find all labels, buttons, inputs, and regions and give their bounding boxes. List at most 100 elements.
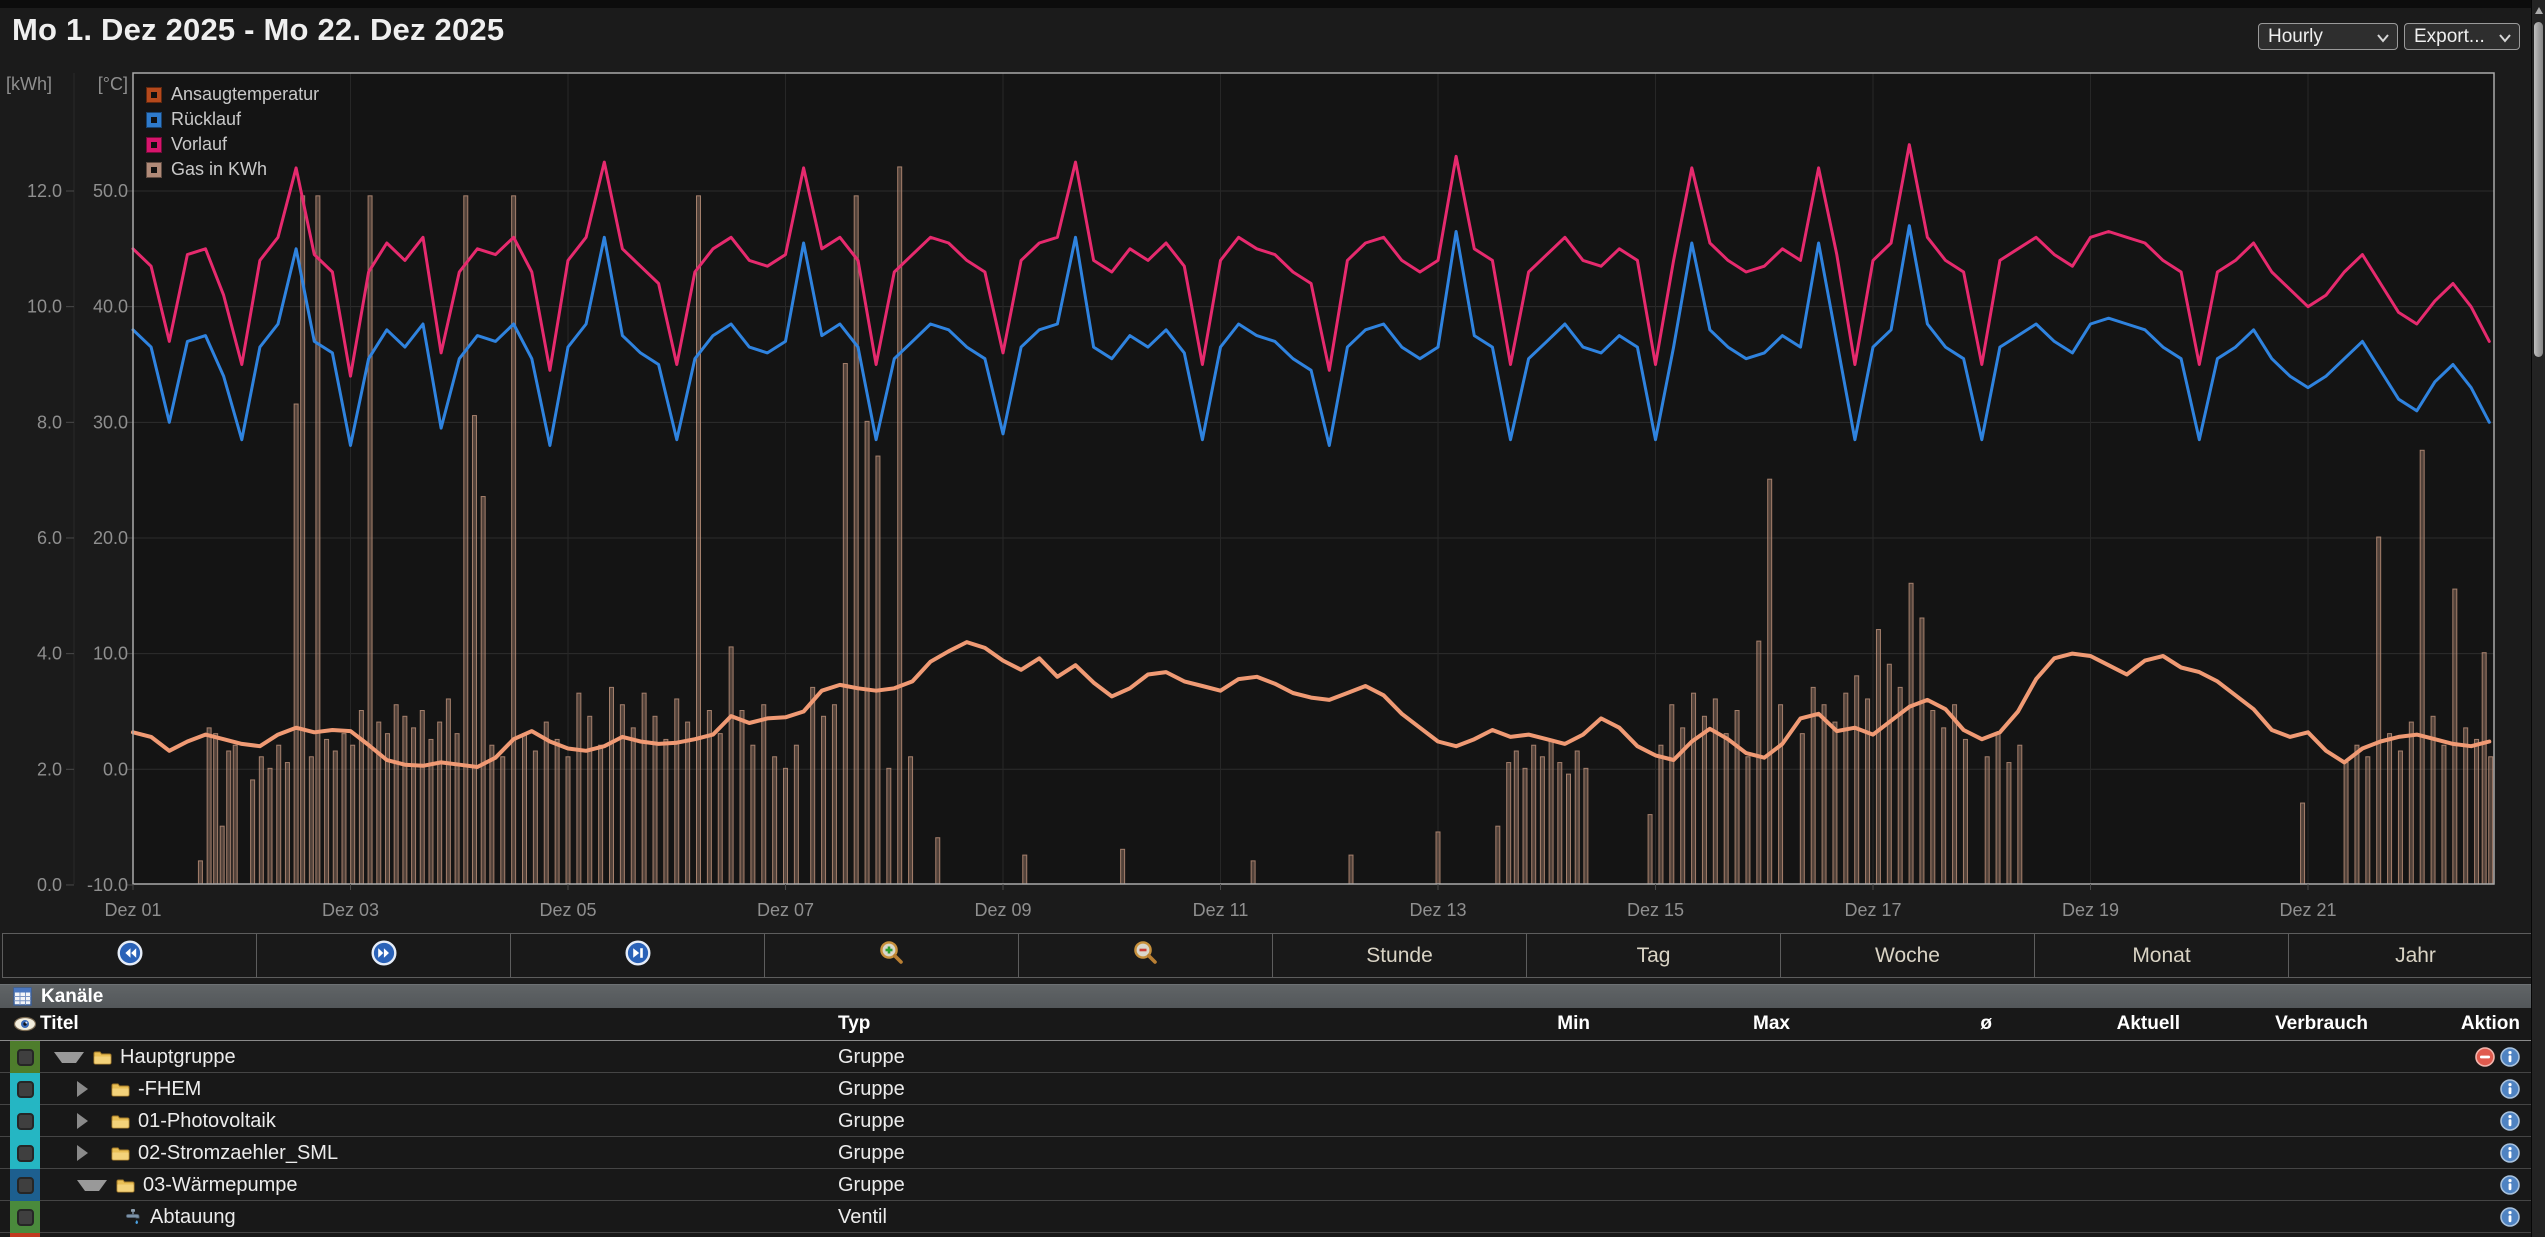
- channel-color-swatch: [10, 1169, 40, 1201]
- eye-icon: [13, 1016, 37, 1032]
- legend-label: Rücklauf: [171, 109, 241, 130]
- info-icon[interactable]: [2500, 1207, 2520, 1227]
- row-title[interactable]: Hauptgruppe: [120, 1046, 236, 1069]
- gas-bar: [729, 647, 733, 884]
- gas-bar: [2489, 757, 2493, 884]
- gas-bar: [762, 705, 766, 884]
- gas-bar: [1876, 630, 1880, 884]
- period-button-jahr[interactable]: Jahr: [2289, 934, 2542, 977]
- gas-bar: [1844, 693, 1848, 884]
- row-checkbox[interactable]: [17, 1081, 34, 1098]
- gas-bar: [832, 705, 836, 884]
- legend-label: Ansaugtemperatur: [171, 84, 319, 105]
- nav-button-fast-forward[interactable]: [257, 934, 511, 977]
- x-tick-label: Dez 07: [757, 900, 814, 920]
- channel-color-swatch: [10, 1105, 40, 1137]
- row-title[interactable]: 02-Stromzaehler_SML: [138, 1142, 338, 1165]
- gas-bar: [936, 838, 940, 884]
- row-actions: [2368, 1111, 2532, 1131]
- nav-button-skip-to-end[interactable]: [511, 934, 765, 977]
- column-header-aktuell: Aktuell: [1992, 1013, 2180, 1035]
- gas-bar: [876, 456, 880, 884]
- gas-bar: [898, 167, 902, 884]
- x-tick-label: Dez 11: [1193, 900, 1249, 920]
- temp-tick-label: 10.0: [93, 644, 128, 664]
- gas-bar: [1349, 855, 1353, 884]
- zoom-out-icon: [1132, 939, 1159, 972]
- row-title[interactable]: 01-Photovoltaik: [138, 1110, 276, 1133]
- channels-header-bar: Kanäle: [0, 984, 2545, 1008]
- table-row[interactable]: HauptgruppeGruppe: [0, 1041, 2545, 1073]
- gas-bar: [773, 757, 777, 884]
- row-checkbox[interactable]: [17, 1049, 34, 1066]
- scrollbar-thumb[interactable]: [2534, 22, 2543, 357]
- info-icon[interactable]: [2500, 1111, 2520, 1131]
- gas-bar: [588, 716, 592, 884]
- kwh-tick-label: 6.0: [37, 528, 62, 548]
- folder-icon: [93, 1050, 112, 1065]
- row-typ: Gruppe: [838, 1110, 1390, 1133]
- gas-bar: [610, 687, 614, 884]
- gas-bar: [1523, 768, 1527, 884]
- column-header-aktion: Aktion: [2368, 1013, 2532, 1035]
- period-button-woche[interactable]: Woche: [1781, 934, 2035, 977]
- table-row[interactable]: [0, 1233, 2545, 1237]
- scroll-up-arrow-icon[interactable]: [2535, 7, 2543, 14]
- fast-forward-icon: [371, 940, 397, 972]
- row-title[interactable]: Abtauung: [150, 1206, 236, 1229]
- row-title[interactable]: -FHEM: [138, 1078, 201, 1101]
- folder-icon: [111, 1082, 130, 1097]
- period-button-monat[interactable]: Monat: [2035, 934, 2289, 977]
- collapse-triangle-icon[interactable]: [54, 1052, 84, 1063]
- info-icon[interactable]: [2500, 1079, 2520, 1099]
- nav-button-rewind[interactable]: [3, 934, 257, 977]
- gas-bar: [342, 734, 346, 884]
- gas-bar: [1713, 699, 1717, 884]
- info-icon[interactable]: [2500, 1143, 2520, 1163]
- gas-bar: [351, 745, 355, 884]
- remove-channel-icon[interactable]: [2475, 1047, 2495, 1067]
- row-checkbox[interactable]: [17, 1113, 34, 1130]
- nav-button-zoom-in[interactable]: [765, 934, 1019, 977]
- temp-tick-label: 50.0: [93, 181, 128, 201]
- folder-icon: [116, 1178, 135, 1193]
- gas-bar: [2355, 745, 2359, 884]
- expand-triangle-icon[interactable]: [77, 1113, 102, 1129]
- column-header-avg: ø: [1790, 1013, 1992, 1035]
- table-row[interactable]: 02-Stromzaehler_SMLGruppe: [0, 1137, 2545, 1169]
- x-tick-label: Dez 15: [1627, 900, 1684, 920]
- info-icon[interactable]: [2500, 1047, 2520, 1067]
- table-row[interactable]: 01-Photovoltaik Gruppe: [0, 1105, 2545, 1137]
- table-row[interactable]: 03-WärmepumpeGruppe: [0, 1169, 2545, 1201]
- kwh-axis-unit: [kWh]: [6, 74, 52, 94]
- chart-canvas[interactable]: [kWh][°C]12.010.08.06.04.02.00.050.040.0…: [0, 0, 2545, 932]
- table-row[interactable]: AbtauungVentil: [0, 1201, 2545, 1233]
- table-row[interactable]: -FHEMGruppe: [0, 1073, 2545, 1105]
- x-tick-label: Dez 19: [2062, 900, 2119, 920]
- rewind-icon: [117, 940, 143, 972]
- gas-bar: [214, 734, 218, 884]
- expand-triangle-icon[interactable]: [77, 1081, 102, 1097]
- gas-bar: [1822, 705, 1826, 884]
- nav-button-zoom-out[interactable]: [1019, 934, 1273, 977]
- gas-bar: [2464, 728, 2468, 884]
- collapse-triangle-icon[interactable]: [77, 1180, 107, 1191]
- row-title[interactable]: 03-Wärmepumpe: [143, 1174, 298, 1197]
- row-checkbox[interactable]: [17, 1209, 34, 1226]
- gas-bar: [686, 722, 690, 884]
- row-checkbox[interactable]: [17, 1177, 34, 1194]
- gas-bar: [1436, 832, 1440, 884]
- gas-bar: [412, 728, 416, 884]
- gas-bar: [1692, 693, 1696, 884]
- row-title-cell: 01-Photovoltaik: [40, 1110, 838, 1133]
- gas-bar: [464, 196, 468, 884]
- period-button-stunde[interactable]: Stunde: [1273, 934, 1527, 977]
- expand-triangle-icon[interactable]: [77, 1145, 102, 1161]
- gas-bar: [316, 196, 320, 884]
- gas-bar: [1963, 739, 1967, 884]
- period-button-tag[interactable]: Tag: [1527, 934, 1781, 977]
- gas-bar: [2475, 739, 2479, 884]
- info-icon[interactable]: [2500, 1175, 2520, 1195]
- row-checkbox[interactable]: [17, 1145, 34, 1162]
- channel-color-swatch: [10, 1041, 40, 1073]
